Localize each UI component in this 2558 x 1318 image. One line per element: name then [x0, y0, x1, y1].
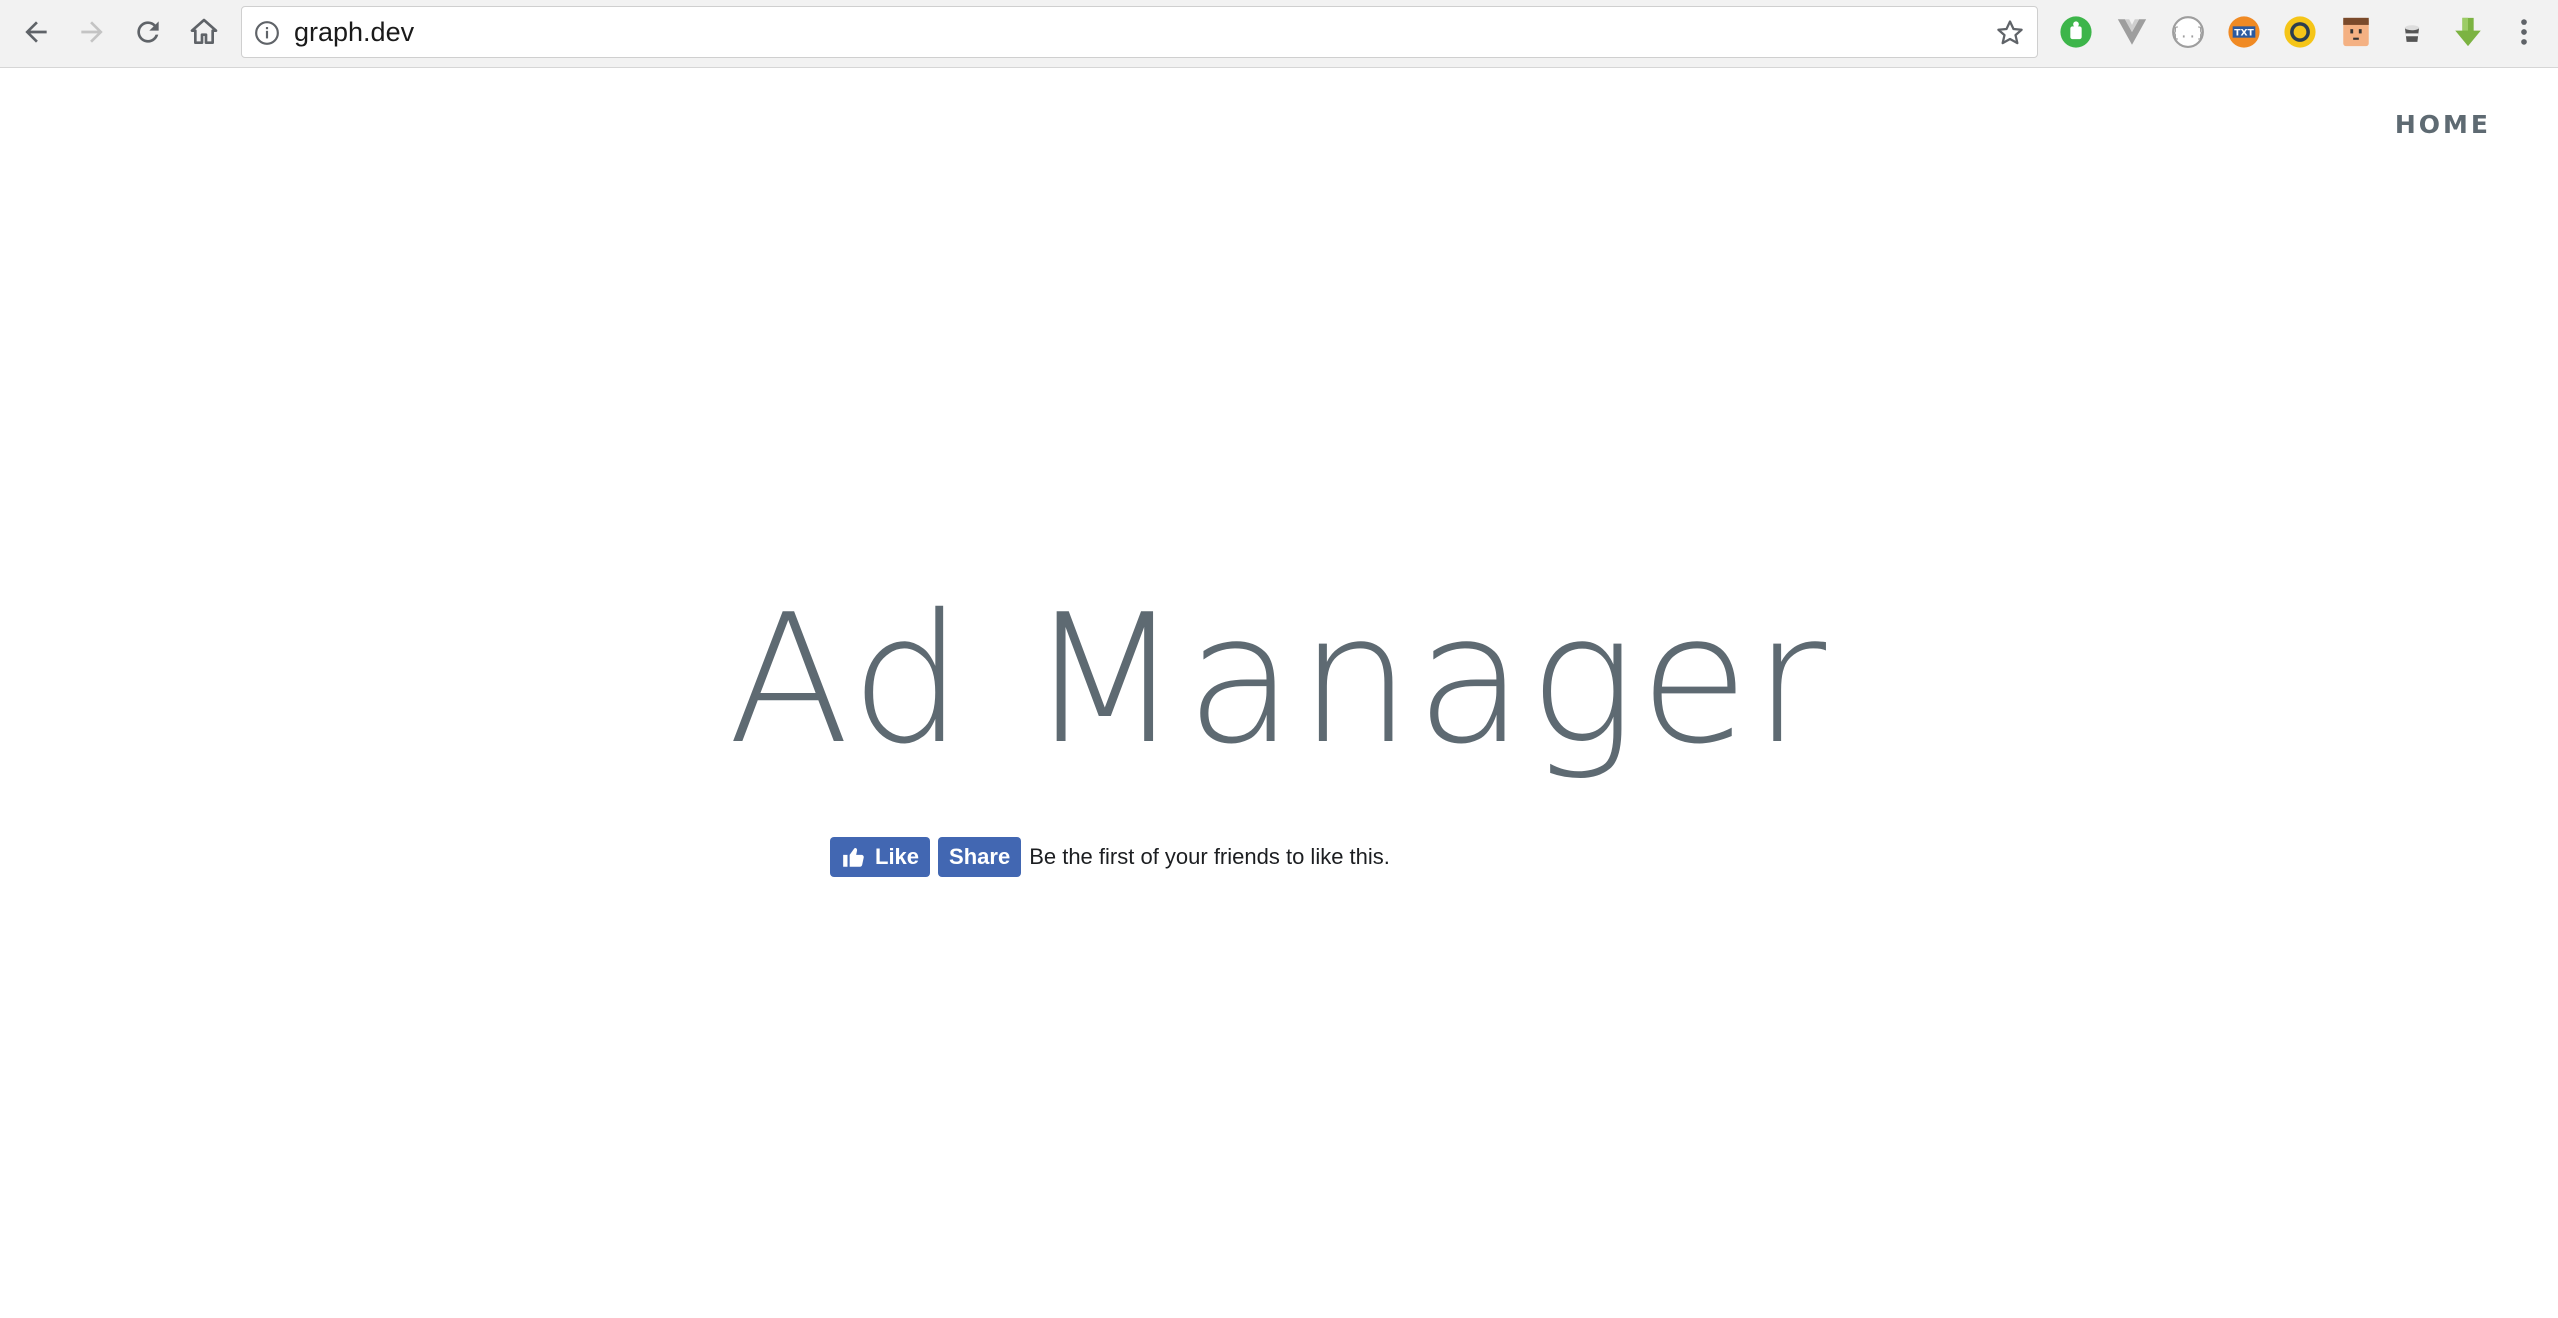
browser-toolbar: graph.dev {..} TXT	[0, 0, 2558, 68]
facebook-social-plugin: Like Share Be the first of your friends …	[830, 837, 1390, 877]
nav-home-link[interactable]: HOME	[2395, 110, 2491, 139]
thumbs-up-icon	[843, 847, 864, 867]
svg-text:TXT: TXT	[2234, 28, 2254, 39]
info-icon[interactable]	[254, 20, 280, 46]
coffee-cup-extension-icon[interactable]	[2395, 15, 2429, 49]
like-count-text: Be the first of your friends to like thi…	[1029, 844, 1390, 869]
page-title: Ad Manager	[727, 576, 1831, 783]
svg-text:{..}: {..}	[2171, 26, 2205, 42]
home-icon	[190, 18, 218, 44]
browser-menu-button[interactable]	[2507, 15, 2541, 49]
vue-devtools-icon[interactable]	[2115, 15, 2149, 49]
green-download-arrow-icon[interactable]	[2451, 15, 2485, 49]
address-bar[interactable]: graph.dev	[241, 6, 2038, 58]
share-label: Share	[949, 844, 1011, 869]
back-arrow-icon	[25, 21, 47, 43]
reload-icon	[137, 21, 159, 43]
facebook-share-button[interactable]: Share	[938, 837, 1022, 877]
forward-arrow-icon	[81, 21, 103, 43]
yellow-ring-extension-icon[interactable]	[2283, 15, 2317, 49]
green-puzzle-extension-icon[interactable]	[2059, 15, 2093, 49]
facebook-like-button[interactable]: Like	[830, 837, 931, 877]
like-label: Like	[875, 844, 920, 869]
kebab-menu-icon	[2521, 19, 2527, 45]
forward-button[interactable]	[70, 10, 114, 54]
reload-button[interactable]	[126, 10, 170, 54]
back-button[interactable]	[14, 10, 58, 54]
url-text[interactable]: graph.dev	[294, 7, 414, 57]
json-viewer-icon[interactable]: {..}	[2171, 15, 2205, 49]
face-extension-icon[interactable]	[2339, 15, 2373, 49]
star-icon[interactable]	[1995, 18, 2025, 48]
txt-globe-extension-icon[interactable]: TXT	[2227, 15, 2261, 49]
home-button[interactable]	[182, 10, 226, 54]
